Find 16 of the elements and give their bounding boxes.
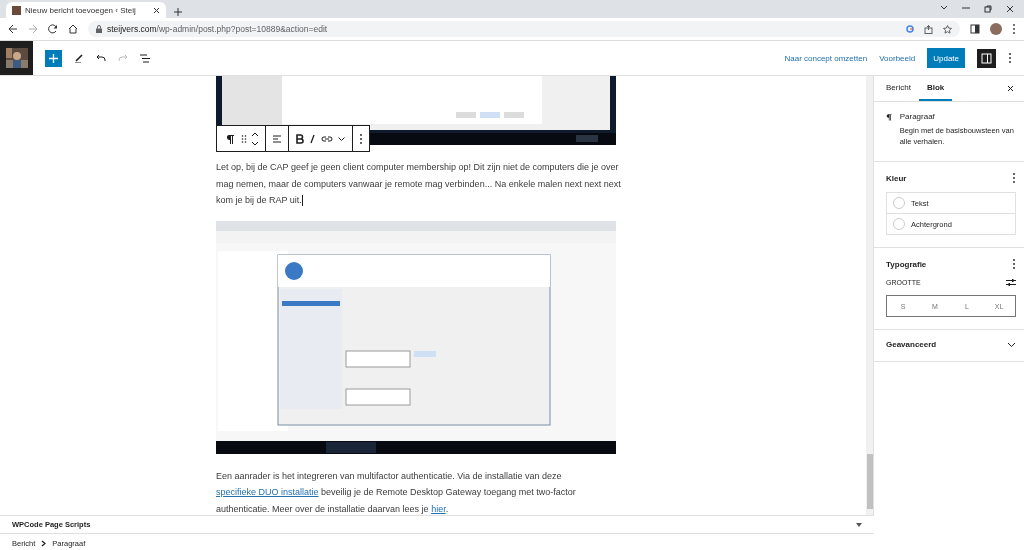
update-button[interactable]: Update	[927, 48, 965, 68]
paragraph-text: Een aanrader is het integreren van multifactor authenticatie. Via de installatie van deze specifieke DUO installatie beveilig je de Remote Desktop Gateway toegang met two-factor authenticatie. Meer over de installatie daarvan lees je hier.	[216, 469, 577, 515]
paragraph-text: Let op, bij de CAP geef je geen client computer membership op! Dit zijn niet de computers die je over mag nemen, maar de computers vanwaar je remote mag verbinden... Na enkele malen next next next kom je bij de RAP uit.	[216, 161, 622, 209]
browser-tab[interactable]: Nieuw bericht toevoegen ‹ Steij	[6, 2, 166, 18]
block-title: Paragraaf	[899, 112, 936, 121]
sidebar-tab[interactable]: Blok	[918, 76, 953, 101]
url-text: steijvers.com/wp-admin/post.php?post=10889&action=edit	[107, 24, 328, 34]
toolbar-link[interactable]: Voorbeeld	[879, 53, 916, 63]
text-link[interactable]: hier	[431, 503, 446, 514]
panel-title: Kleur	[886, 173, 907, 183]
toolbar-link[interactable]: Naar concept omzetten	[784, 53, 868, 63]
panel-title: Typografie	[886, 259, 927, 269]
panel-title[interactable]: Geavanceerd	[886, 340, 937, 349]
sidebar-tab[interactable]: Bericht	[878, 76, 919, 101]
text-link[interactable]: specifieke DUO installatie	[216, 487, 319, 497]
address-bar[interactable]: steijvers.com/wp-admin/post.php?post=10889&action=edit	[88, 21, 960, 37]
